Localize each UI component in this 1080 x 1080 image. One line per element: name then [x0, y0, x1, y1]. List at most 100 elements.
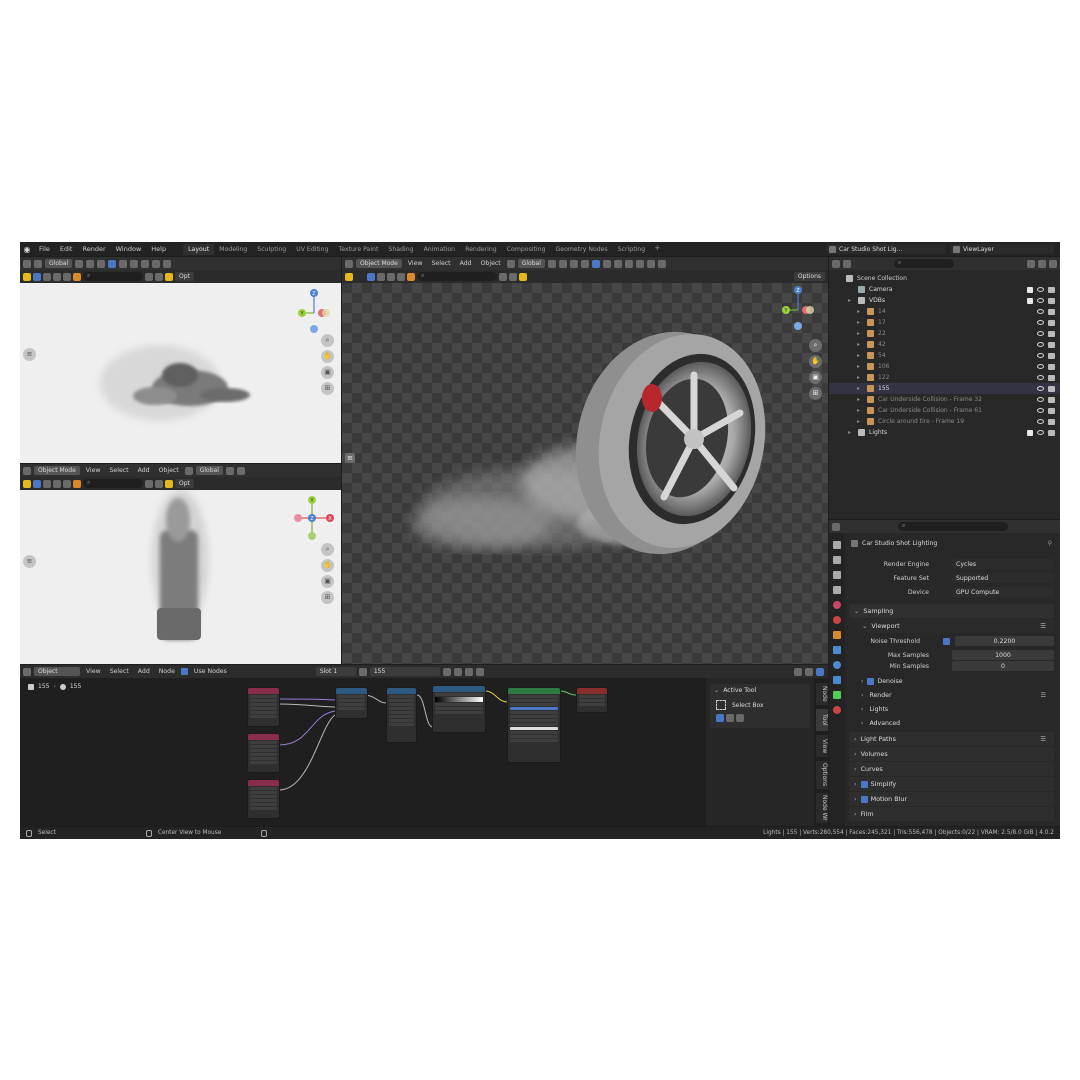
exclude-checkbox[interactable] — [1027, 429, 1033, 436]
shading-solid-icon[interactable] — [141, 259, 150, 268]
menu-edit[interactable]: Edit — [55, 245, 78, 253]
shading-material-icon[interactable] — [646, 259, 655, 268]
tab-options[interactable]: Options — [816, 761, 828, 789]
sidebar-toggle-icon[interactable]: ≡ — [23, 555, 36, 568]
filter-icon-1[interactable] — [43, 479, 51, 488]
camera-view-icon[interactable]: ▣ — [809, 371, 822, 384]
viewport-left-bottom-canvas[interactable]: Y X Z ⌕ ✋ ▣ ⊞ ≡ — [20, 490, 341, 664]
proportional-edit-icon[interactable] — [86, 259, 95, 268]
blender-logo-icon[interactable]: ◉ — [20, 245, 34, 254]
navigation-gizmo[interactable]: Z Y — [780, 284, 816, 332]
menu-select[interactable]: Select — [428, 260, 453, 267]
visibility-eye-icon[interactable] — [1037, 298, 1044, 303]
select-icon[interactable] — [33, 272, 41, 281]
material-output-node[interactable] — [576, 687, 608, 713]
view-layer-selector[interactable]: ViewLayer — [950, 244, 1054, 254]
render-camera-icon[interactable] — [1048, 286, 1055, 293]
exclude-checkbox[interactable] — [1027, 286, 1033, 293]
scene-selector[interactable]: Car Studio Shot Lig... — [826, 244, 946, 254]
visibility-eye-icon[interactable] — [1037, 408, 1044, 413]
pan-hand-icon[interactable]: ✋ — [321, 350, 334, 363]
options-button[interactable]: Options — [793, 272, 825, 281]
menu-select[interactable]: Select — [106, 467, 131, 474]
shading-material-icon[interactable] — [152, 259, 161, 268]
camera-view-icon[interactable]: ▣ — [321, 575, 334, 588]
menu-window[interactable]: Window — [111, 245, 147, 253]
filter-icon-3[interactable] — [63, 272, 71, 281]
outliner-item[interactable]: ▸ Car Underside Collision - Frame 32 — [829, 394, 1060, 405]
color-ramp-node[interactable] — [432, 685, 486, 733]
simplify-checkbox[interactable] — [860, 780, 868, 788]
render-camera-icon[interactable] — [1048, 352, 1055, 359]
data-tab-icon[interactable] — [833, 691, 841, 699]
tab-node-wrangler[interactable]: Node Wr — [816, 793, 828, 823]
combine-xyz-node[interactable] — [335, 687, 368, 719]
denoise-checkbox[interactable] — [867, 677, 875, 685]
play-icon[interactable] — [23, 272, 31, 281]
viewport-left-top-canvas[interactable]: Z Y ⌕ ✋ ▣ ⊞ ≡ — [20, 283, 341, 463]
add-workspace-icon[interactable]: + — [650, 244, 664, 255]
select-icon[interactable] — [367, 272, 375, 281]
render-camera-icon[interactable] — [1048, 407, 1055, 414]
menu-render[interactable]: Render — [77, 245, 110, 253]
visibility-eye-icon[interactable] — [1037, 309, 1044, 314]
disclosure-triangle-icon[interactable]: ▸ — [857, 407, 864, 414]
tab-texture-paint[interactable]: Texture Paint — [333, 244, 383, 255]
gizmo-toggle-icon[interactable] — [591, 259, 600, 268]
disclosure-triangle-icon[interactable]: ▸ — [848, 429, 855, 436]
filter-icon-1[interactable] — [377, 272, 385, 281]
pan-hand-icon[interactable]: ✋ — [321, 559, 334, 572]
motion-blur-checkbox[interactable] — [860, 795, 868, 803]
filter-icon-3[interactable] — [63, 479, 71, 488]
visibility-eye-icon[interactable] — [1037, 320, 1044, 325]
overlay-icon[interactable] — [805, 667, 813, 676]
filter-funnel-icon[interactable] — [1027, 259, 1035, 268]
tab-scripting[interactable]: Scripting — [613, 244, 651, 255]
options-button[interactable]: Opt — [175, 272, 194, 281]
volumes-panel[interactable]: › Volumes — [849, 747, 1054, 761]
select-box-icon[interactable] — [716, 700, 726, 710]
disclosure-triangle-icon[interactable]: ▸ — [857, 352, 864, 359]
filter-icon-2[interactable] — [387, 272, 395, 281]
disclosure-triangle-icon[interactable]: ▸ — [857, 396, 864, 403]
select-icon[interactable] — [33, 479, 41, 488]
shading-wire-icon[interactable] — [130, 259, 139, 268]
render-camera-icon[interactable] — [1048, 341, 1055, 348]
disclosure-triangle-icon[interactable]: ▸ — [857, 308, 864, 315]
pivot-icon[interactable] — [184, 466, 193, 475]
display-mode-icon[interactable] — [843, 259, 851, 268]
outliner-item[interactable]: ▸ 122 — [829, 372, 1060, 383]
render-camera-icon[interactable] — [1048, 418, 1055, 425]
render-tab-icon[interactable] — [833, 556, 841, 564]
visibility-icon[interactable] — [580, 259, 589, 268]
visibility-eye-icon[interactable] — [1037, 353, 1044, 358]
render-camera-icon[interactable] — [1048, 396, 1055, 403]
filter-funnel-icon[interactable] — [155, 272, 163, 281]
tab-uv-editing[interactable]: UV Editing — [291, 244, 333, 255]
menu-view[interactable]: View — [405, 260, 426, 267]
zoom-icon[interactable]: ⌕ — [321, 334, 334, 347]
sidebar-toggle-icon[interactable]: ≡ — [345, 453, 355, 463]
filter-funnel-icon[interactable] — [509, 272, 517, 281]
viewport-search-input[interactable]: ⌕ — [83, 479, 143, 488]
editor-type-icon[interactable] — [23, 466, 31, 475]
snap-icon[interactable] — [794, 667, 802, 676]
max-samples-field[interactable]: 1000 — [952, 650, 1054, 660]
navigation-gizmo[interactable]: Y X Z — [294, 494, 334, 542]
viewport-main-canvas[interactable]: Z Y ⌕ ✋ ▣ ⊞ ≡ — [342, 283, 828, 664]
outliner-item[interactable]: ▸ 14 — [829, 306, 1060, 317]
pivot-icon[interactable] — [506, 259, 515, 268]
disclosure-triangle-icon[interactable]: ▸ — [857, 319, 864, 326]
bookmark-icon[interactable] — [145, 479, 153, 488]
play-icon[interactable] — [23, 479, 31, 488]
viewport-search-input[interactable]: ⌕ — [417, 272, 497, 281]
bell-icon[interactable] — [519, 272, 527, 281]
show-gizmo-icon[interactable] — [569, 259, 578, 268]
menu-file[interactable]: File — [34, 245, 55, 253]
film-panel[interactable]: › Film — [849, 807, 1054, 821]
filter-funnel-icon[interactable] — [155, 479, 163, 488]
disclosure-triangle-icon[interactable]: ▸ — [857, 363, 864, 370]
zoom-icon[interactable]: ⌕ — [809, 339, 822, 352]
tab-animation[interactable]: Animation — [419, 244, 461, 255]
viewport-left-bottom[interactable]: Object Mode View Select Add Object Globa… — [20, 464, 341, 664]
